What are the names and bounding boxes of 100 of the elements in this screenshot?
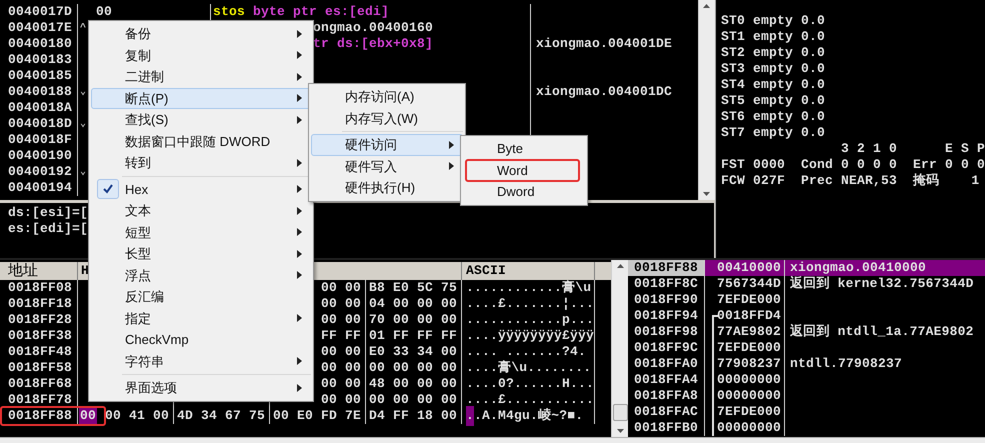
menu-item[interactable]: 长型 — [91, 243, 311, 264]
register-line: ST0 empty 0.0 — [720, 12, 825, 30]
menu-item[interactable]: 数据窗口中跟随 DWORD — [91, 130, 311, 152]
comment-cell: xiongmao.004001DC — [536, 84, 672, 100]
menu-item[interactable]: 内存访问(A) — [311, 86, 463, 108]
value-cell-text: 0018FFD4 — [716, 307, 781, 326]
value-cell-text: 00000000 — [716, 387, 781, 406]
comment-cell-text: ntdll.77908237 — [790, 355, 902, 374]
jump-marker: ⌄ — [80, 166, 86, 178]
caret-right-icon — [296, 72, 302, 81]
menu-item[interactable]: Dword — [463, 181, 585, 202]
hex-cell-text: 00 00 — [320, 311, 361, 330]
jump-marker: ^ — [80, 22, 86, 34]
caret-right-icon — [296, 357, 302, 366]
ascii-cell-text: ....£.......¦... — [466, 295, 594, 314]
address-cell-text: 0018FF28 — [8, 311, 72, 330]
address-cell-text: 0018FF58 — [8, 359, 72, 378]
address-cell-text: 0018FF90 — [634, 291, 698, 310]
address-cell-text: 0018FF98 — [634, 323, 698, 342]
hex-cell-text: 00 00 — [320, 343, 361, 362]
menu-item[interactable]: 备份 — [91, 23, 311, 44]
menu-item[interactable]: 二进制 — [91, 66, 311, 88]
ascii-cell-text: ....£........... — [466, 391, 594, 408]
menu-item[interactable]: 复制 — [91, 44, 311, 66]
address-cell-text: 0018FF48 — [8, 343, 72, 362]
scroll-down-icon[interactable] — [616, 429, 624, 433]
menu-item[interactable]: 硬件写入 — [311, 156, 463, 177]
address-cell-text: 0018FF9C — [634, 339, 698, 358]
scrollbar[interactable] — [698, 0, 715, 200]
address-cell-text: 0018FF88 — [8, 407, 72, 426]
checkmark-icon — [102, 183, 114, 196]
caret-right-icon — [296, 250, 302, 258]
caret-right-icon — [296, 206, 302, 215]
menu-item[interactable]: Byte — [463, 138, 585, 160]
address-cell-text: 00400190 — [8, 147, 72, 166]
address-cell-text: 0018FF94 — [634, 307, 698, 326]
menu-item[interactable]: 断点(P) — [91, 88, 311, 109]
address-cell-text: 00400192 — [8, 163, 72, 182]
scroll-down-icon[interactable] — [703, 192, 710, 196]
hex-cell-text: D4 FF 18 00 — [368, 407, 457, 426]
hex-cell-text: FF FF — [320, 327, 361, 346]
address-cell-text: 0018FF08 — [8, 279, 72, 298]
menu-item[interactable]: 界面选项 — [91, 377, 311, 398]
address-cell-text: 0018FF78 — [8, 391, 72, 410]
address-cell-text: 00400180 — [8, 35, 72, 54]
menu-item[interactable]: 查找(S) — [91, 109, 311, 130]
info-line: es:[edi]=[ — [8, 220, 88, 238]
menu-item[interactable]: 短型 — [91, 222, 311, 243]
hex-cell-text: 00 — [95, 3, 112, 22]
menu-item[interactable]: 指定 — [91, 308, 311, 329]
caret-right-icon — [296, 51, 302, 60]
menu-item[interactable]: Word — [463, 160, 585, 181]
comment-cell-text: 返回到 kernel32.7567344D — [790, 274, 974, 294]
ascii-cell-text: ............膏\u — [466, 279, 592, 298]
register-line: ST3 empty 0.0 — [720, 60, 825, 78]
scrollbar[interactable] — [611, 260, 628, 437]
menu-item[interactable]: Hex — [91, 178, 311, 200]
menu-item[interactable]: 内存写入(W) — [311, 108, 463, 129]
value-cell-text: 7EFDE000 — [716, 291, 781, 310]
address-cell-text: 0040017D — [8, 3, 72, 22]
hex-cell-text: 00 00 — [320, 375, 361, 394]
hex-cell-text: 01 FF FF FF — [368, 327, 457, 346]
hex-cell-text: 70 00 00 00 — [368, 311, 457, 330]
address-cell-text: 0018FF68 — [8, 375, 72, 394]
scroll-up-icon[interactable] — [616, 264, 624, 268]
instruction-text: byte ptr es:[edi] — [253, 3, 390, 22]
menu-item[interactable]: 文本 — [91, 200, 311, 222]
register-line: ST4 empty 0.0 — [720, 76, 825, 94]
address-cell-text: 0040018D — [8, 115, 72, 134]
caret-right-icon — [448, 140, 454, 149]
value-cell-text: 7567344D — [716, 275, 781, 294]
menu-item[interactable]: CheckVmp — [91, 329, 311, 350]
register-line: FCW 027F Prec NEAR,53 掩码 1 — [720, 172, 980, 190]
hex-cell-text: 00 00 00 00 — [368, 359, 457, 378]
caret-right-icon — [296, 116, 302, 124]
menu-item[interactable]: 转到 — [91, 152, 311, 174]
address-cell-text: 00400188 — [8, 83, 72, 102]
menu-item[interactable]: 字符串 — [91, 350, 311, 372]
scrollbar-thumb[interactable] — [612, 404, 628, 421]
menu-item[interactable]: 硬件执行(H) — [311, 177, 463, 198]
caret-right-icon — [296, 94, 302, 102]
ascii-cell-text: .... .......?4. — [466, 343, 586, 360]
register-line: 3 2 1 0 E S P — [840, 140, 985, 158]
value-cell-text: 00000000 — [716, 419, 781, 437]
scroll-up-icon[interactable] — [703, 4, 710, 8]
address-cell-text: 00400185 — [8, 67, 72, 86]
menu-item[interactable]: 硬件访问 — [311, 134, 463, 156]
address-cell-text: 0040018A — [8, 99, 72, 118]
hex-cell-text: 00 00 — [320, 279, 361, 298]
comment-cell-text: xiongmao.00410000 — [790, 260, 926, 276]
value-cell-text: 00410000 — [716, 260, 781, 278]
address-cell-text: 0018FF18 — [8, 295, 72, 314]
comment-cell-text: 返回到 ntdll_1a.77AE9802 — [790, 322, 974, 342]
menu-item[interactable]: 反汇编 — [91, 286, 311, 308]
register-line: ST5 empty 0.0 — [720, 92, 825, 110]
ascii-cell-text: ....膏\u........ — [466, 359, 592, 378]
caret-right-icon — [296, 30, 302, 38]
hex-cell-text: 00 E0 FD 7E — [272, 407, 361, 426]
caret-right-icon — [448, 162, 454, 170]
address-cell-text: 0018FFA0 — [634, 355, 698, 374]
